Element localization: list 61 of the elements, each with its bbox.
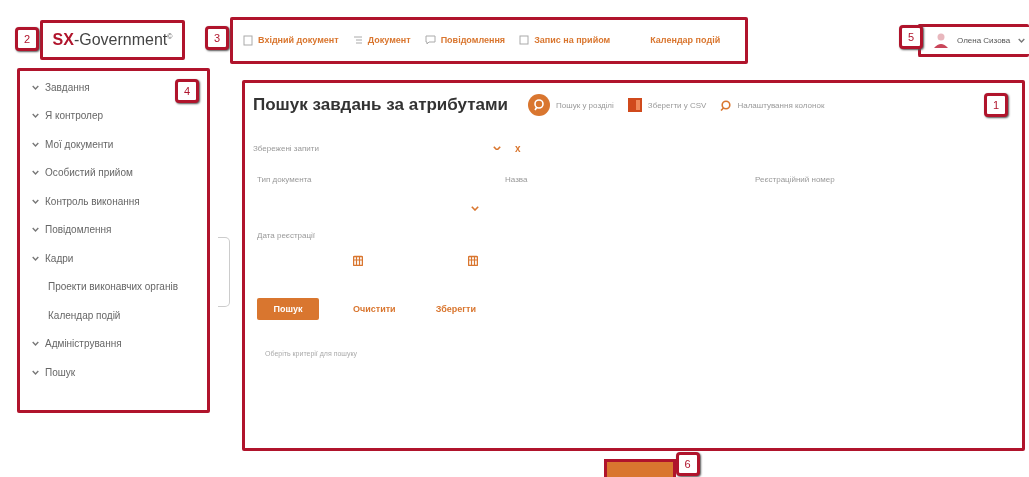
callout-number: 6	[675, 452, 700, 476]
document-icon	[243, 34, 253, 46]
toolbar-link[interactable]: Документ	[352, 35, 411, 45]
list-icon	[352, 35, 363, 45]
callout-number: 4	[175, 79, 199, 103]
sidebar-item[interactable]: Адміністрування	[45, 338, 122, 350]
splitter-handle[interactable]	[218, 237, 230, 307]
sidebar-item[interactable]: Пошук	[45, 366, 76, 378]
sidebar-item[interactable]: Завдання	[45, 81, 90, 93]
user-menu[interactable]: Олена Сизова	[957, 35, 1011, 45]
calendar-icon[interactable]	[468, 254, 478, 266]
callout-number: 3	[205, 25, 229, 50]
sidebar-item[interactable]: Я контролер	[45, 110, 103, 122]
field-label: Дата реєстрації	[257, 231, 317, 240]
chevron-down-icon	[32, 255, 39, 261]
sidebar-item[interactable]: Календар подій	[48, 309, 121, 321]
link-button[interactable]: Зберегти	[429, 304, 483, 314]
sidebar-item[interactable]: Особистий прийом	[45, 167, 133, 179]
chevron-down-icon	[32, 84, 39, 90]
saved-queries-select[interactable]: Збережені запити	[253, 137, 503, 159]
sidebar-item[interactable]: Повідомлення	[45, 224, 112, 236]
sidebar-item[interactable]: Мої документи	[45, 138, 114, 150]
toolbar-link[interactable]: Календар подій	[650, 35, 721, 45]
chevron-down-icon	[1018, 37, 1026, 43]
chevron-down-icon	[32, 113, 39, 119]
chevron-down-icon	[493, 145, 501, 151]
field-label: Тип документа	[257, 175, 313, 184]
calendar-icon	[519, 35, 530, 45]
chevron-down-icon	[32, 198, 39, 204]
link-button[interactable]: Очистити	[347, 304, 402, 314]
callout-number: 1	[984, 93, 1008, 117]
toolbar-link[interactable]: Вхідний документ	[243, 34, 339, 46]
clear-button[interactable]: x	[515, 142, 521, 154]
chevron-down-icon	[32, 170, 39, 176]
toolbar-action[interactable]: Налаштування колонок	[720, 99, 825, 111]
callout-number: 5	[899, 24, 923, 49]
toolbar-action[interactable]: Пошук у розділі	[528, 94, 614, 116]
user-icon	[933, 32, 949, 48]
chevron-down-icon	[471, 206, 479, 211]
search-button[interactable]: Пошук	[257, 298, 319, 320]
search-icon	[528, 94, 551, 116]
calendar-icon[interactable]	[353, 254, 363, 266]
chat-icon	[424, 35, 436, 45]
search-icon	[720, 99, 732, 111]
chevron-down-icon	[32, 369, 39, 375]
field-label: Реєстраційний номер	[755, 175, 836, 184]
office-icon	[627, 97, 642, 113]
chevron-down-icon	[32, 141, 39, 147]
page-title: Пошук завдань за атрибутами	[253, 95, 509, 115]
toolbar-action[interactable]: Зберегти у CSV	[627, 97, 707, 113]
chevron-down-icon	[32, 341, 39, 347]
bottom-tab[interactable]	[603, 459, 676, 477]
logo: SX-Government$^{©}$	[52, 31, 173, 49]
callout-number: 2	[15, 27, 39, 51]
toolbar-link[interactable]: Запис на прийом	[519, 35, 611, 45]
sidebar-item[interactable]: Проекти виконавчих органів	[48, 281, 178, 293]
sidebar-item[interactable]: Кадри	[45, 252, 74, 264]
field-label: Назва	[505, 175, 529, 184]
chevron-down-icon	[32, 227, 39, 233]
sidebar-item[interactable]: Контроль виконання	[45, 195, 140, 207]
toolbar-link[interactable]: Повідомлення	[424, 35, 506, 45]
